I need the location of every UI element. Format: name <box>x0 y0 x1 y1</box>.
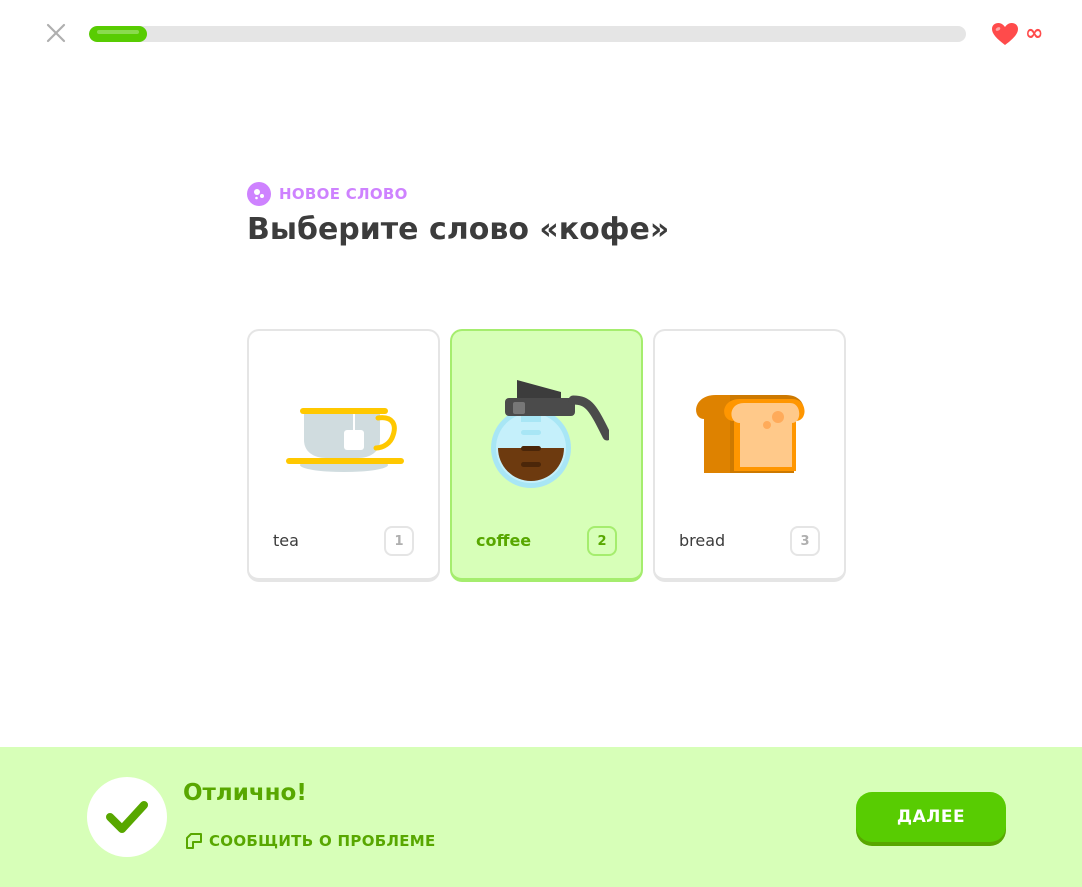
new-word-icon <box>247 182 271 206</box>
heart-icon <box>992 23 1018 45</box>
continue-button[interactable]: ДАЛЕЕ <box>856 792 1006 842</box>
choice-label: tea <box>273 531 299 550</box>
close-icon <box>46 23 66 43</box>
choice-card-coffee[interactable]: coffee 2 <box>450 329 643 582</box>
new-word-label: НОВОЕ СЛОВО <box>279 185 408 203</box>
choice-key-hint: 2 <box>587 526 617 556</box>
lives-value: ∞ <box>1025 21 1044 46</box>
choice-key-hint: 3 <box>790 526 820 556</box>
choice-label: coffee <box>476 531 532 550</box>
new-word-badge: НОВОЕ СЛОВО <box>247 182 408 206</box>
coffee-pot-icon <box>490 380 609 488</box>
choice-card-bread[interactable]: bread 3 <box>653 329 846 582</box>
lesson-progress-bar <box>89 26 966 42</box>
bread-icon <box>695 395 805 473</box>
flag-icon <box>186 833 202 849</box>
lives-counter[interactable]: ∞ <box>991 22 1043 46</box>
feedback-footer: Отлично! СООБЩИТЬ О ПРОБЛЕМЕ ДАЛЕЕ <box>0 747 1082 887</box>
success-badge <box>87 777 167 857</box>
checkmark-icon <box>106 801 148 833</box>
answer-choices: tea 1 coffee 2 bread 3 <box>247 329 846 582</box>
choice-card-tea[interactable]: tea 1 <box>247 329 440 582</box>
progress-fill <box>89 26 147 42</box>
feedback-title: Отлично! <box>183 780 307 806</box>
close-button[interactable] <box>44 21 68 45</box>
report-problem-link[interactable]: СООБЩИТЬ О ПРОБЛЕМЕ <box>185 832 436 850</box>
report-problem-label: СООБЩИТЬ О ПРОБЛЕМЕ <box>209 832 436 850</box>
choice-key-hint: 1 <box>384 526 414 556</box>
challenge-prompt: Выберите слово «кофе» <box>247 212 670 247</box>
choice-label: bread <box>679 531 726 550</box>
tea-cup-icon <box>285 408 404 472</box>
